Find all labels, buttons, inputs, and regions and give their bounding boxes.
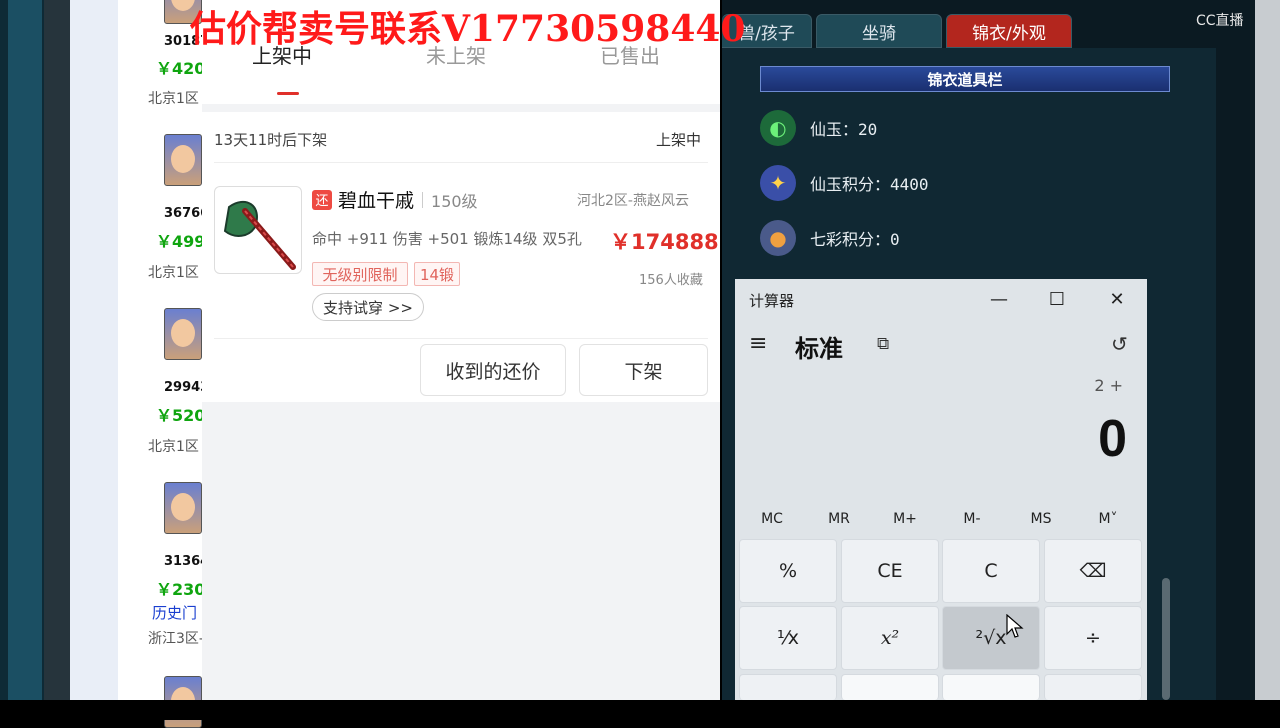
memory-store-button[interactable]: MS	[1016, 511, 1066, 527]
favorites-count: 156人收藏	[639, 273, 703, 288]
jade-points-icon: ✦	[760, 165, 796, 201]
memory-list-button[interactable]: M˅	[1083, 511, 1133, 527]
close-icon[interactable]: ✕	[1103, 287, 1131, 311]
calculator-key[interactable]	[942, 674, 1040, 700]
listing-region: 北京1区	[148, 265, 199, 281]
item-title-row: 还 碧血干戚 150级	[312, 186, 478, 213]
item-thumbnail[interactable]	[214, 186, 302, 274]
resource-rainbow-points: ● 七彩积分：0	[760, 220, 900, 256]
calculator-mode: 标准	[795, 335, 843, 363]
resource-text: 七彩积分：0	[810, 230, 900, 249]
listing-region: 浙江3区-	[148, 631, 204, 647]
clear-entry-key[interactable]: CE	[841, 539, 939, 603]
delist-button[interactable]: 下架	[579, 344, 708, 396]
memory-add-button[interactable]: M+	[880, 511, 930, 527]
rainbow-points-icon: ●	[760, 220, 796, 256]
outfit-props-bar: 锦衣道具栏	[760, 66, 1170, 92]
keep-on-top-icon[interactable]: ⧉	[877, 334, 889, 354]
tag-no-level-limit: 无级别限制	[312, 262, 408, 286]
listing-region: 北京1区	[148, 91, 199, 107]
clear-key[interactable]: C	[942, 539, 1040, 603]
calculator-key[interactable]	[739, 674, 837, 700]
item-price: ￥174888	[610, 230, 719, 254]
divider	[214, 162, 708, 163]
calculator-title: 计算器	[749, 292, 795, 310]
listing-price: ￥420	[156, 59, 206, 78]
listing-price: ￥499	[156, 232, 206, 251]
divider	[214, 338, 708, 339]
avatar	[164, 134, 202, 186]
memory-recall-button[interactable]: MR	[814, 511, 864, 527]
square-key[interactable]: x²	[841, 606, 939, 670]
jade-icon: ◐	[760, 110, 796, 146]
active-tab-indicator	[277, 92, 299, 95]
resource-text: 仙玉：20	[810, 120, 878, 139]
memory-subtract-button[interactable]: M-	[947, 511, 997, 527]
listing-region: 北京1区	[148, 439, 199, 455]
item-server: 河北2区-燕赵风云	[577, 193, 689, 209]
item-stats: 命中 +911 伤害 +501 锻炼14级 双5孔	[312, 230, 582, 248]
calculator-display: 0	[1098, 410, 1127, 468]
calculator-window: 计算器 — ☐ ✕ ≡ 标准 ⧉ ↺ 2 + 0 MC MR M+ M- MS …	[735, 279, 1147, 700]
percent-key[interactable]: %	[739, 539, 837, 603]
window-edge	[1255, 0, 1280, 700]
calculator-expression: 2 +	[1094, 376, 1123, 395]
scrollbar[interactable]	[1162, 578, 1170, 700]
tab-mount[interactable]: 坐骑	[816, 14, 942, 48]
square-root-key[interactable]: ²√x	[942, 606, 1040, 670]
bargain-badge: 还	[312, 189, 332, 210]
item-name: 碧血干戚	[338, 190, 415, 212]
calculator-key[interactable]	[841, 674, 939, 700]
history-icon[interactable]: ↺	[1111, 332, 1128, 356]
mouse-cursor-icon	[1006, 614, 1024, 638]
listing-status: 上架中	[656, 131, 702, 149]
avatar	[164, 482, 202, 534]
game-left-strip	[0, 0, 72, 700]
item-level: 150级	[431, 191, 478, 211]
menu-icon[interactable]: ≡	[749, 331, 767, 356]
memory-clear-button[interactable]: MC	[747, 511, 797, 527]
received-offers-button[interactable]: 收到的还价	[420, 344, 566, 396]
divide-key[interactable]: ÷	[1044, 606, 1142, 670]
try-on-button[interactable]: 支持试穿 >>	[312, 293, 424, 321]
bottom-bar	[0, 700, 1280, 720]
listing-price: ￥520	[156, 406, 206, 425]
resource-jade-points: ✦ 仙玉积分：4400	[760, 165, 929, 201]
resource-text: 仙玉积分：4400	[810, 175, 929, 194]
calculator-key[interactable]	[1044, 674, 1142, 700]
tab-outfit[interactable]: 锦衣/外观	[946, 14, 1072, 48]
tag-forge-level: 14锻	[414, 262, 460, 286]
watermark-text: 估价帮卖号联系V17730598440	[190, 8, 746, 50]
maximize-icon[interactable]: ☐	[1043, 287, 1071, 311]
avatar	[164, 308, 202, 360]
axe-icon	[223, 200, 296, 270]
minimize-icon[interactable]: —	[985, 287, 1013, 311]
backspace-key[interactable]: ⌫	[1044, 539, 1142, 603]
reciprocal-key[interactable]: ¹⁄x	[739, 606, 837, 670]
delist-timer: 13天11时后下架	[214, 131, 328, 149]
resource-jade: ◐ 仙玉：20	[760, 110, 877, 146]
stream-logo: CC直播	[1196, 13, 1244, 29]
history-link[interactable]: 历史门	[152, 602, 197, 623]
listing-price: ￥230	[156, 580, 206, 599]
